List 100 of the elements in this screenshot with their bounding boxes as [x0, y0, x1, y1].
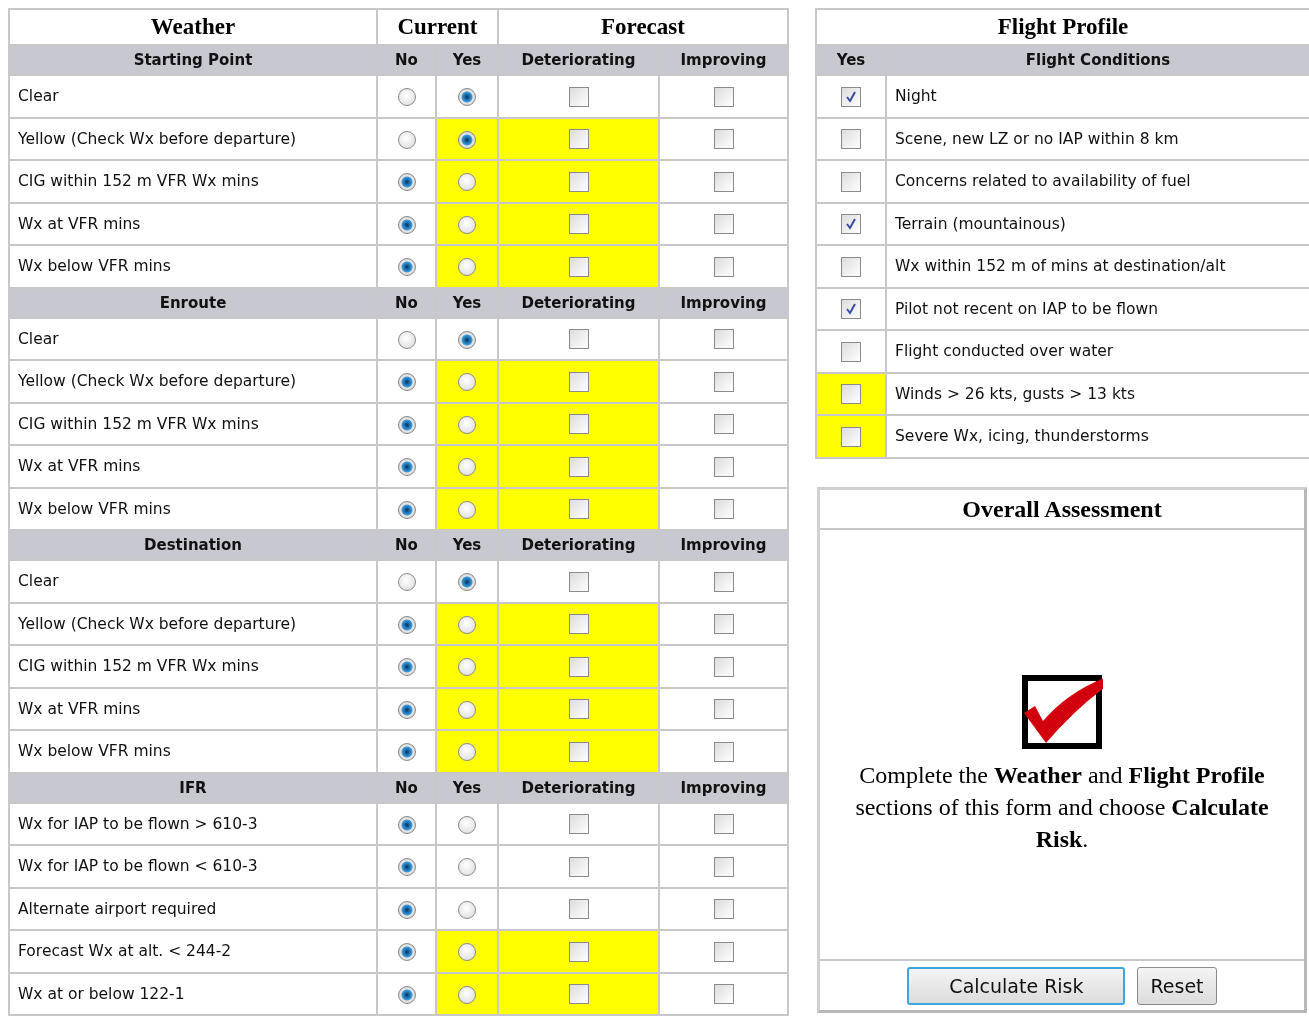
radio-button[interactable]: [397, 900, 416, 919]
radio-button[interactable]: [397, 943, 416, 961]
checkbox[interactable]: [568, 699, 589, 719]
checkbox[interactable]: [568, 571, 589, 592]
radio-button[interactable]: [458, 943, 476, 961]
radio-button[interactable]: [458, 658, 476, 676]
checkbox[interactable]: [568, 741, 589, 762]
radio-button[interactable]: [397, 458, 416, 476]
checkbox[interactable]: [568, 814, 589, 834]
checkbox[interactable]: [713, 456, 734, 477]
column-header: Flight Conditions: [886, 45, 1309, 75]
radio-button[interactable]: [458, 815, 476, 834]
checkbox[interactable]: [713, 656, 734, 677]
radio-button[interactable]: [458, 88, 476, 106]
radio-button[interactable]: [458, 258, 476, 276]
radio-button[interactable]: [458, 330, 476, 349]
radio-button[interactable]: [397, 985, 416, 1004]
radio-button[interactable]: [458, 743, 476, 761]
checkbox[interactable]: [841, 426, 861, 447]
row-label: Wx at VFR mins: [9, 202, 377, 245]
row-label: Clear: [9, 317, 377, 360]
checkbox[interactable]: [713, 814, 734, 834]
radio-button[interactable]: [397, 858, 416, 876]
radio-button[interactable]: [458, 458, 476, 476]
checkbox[interactable]: [713, 984, 734, 1004]
radio-button[interactable]: [458, 615, 476, 634]
checkbox[interactable]: [713, 129, 734, 149]
row-label: Wx at VFR mins: [9, 687, 377, 730]
row-label: Yellow (Check Wx before departure): [9, 117, 377, 160]
calculate-button[interactable]: Calculate Risk: [907, 967, 1126, 1005]
radio-button[interactable]: [397, 700, 416, 719]
checkbox[interactable]: [841, 299, 861, 319]
panel-title: Overall Assessment: [820, 489, 1304, 530]
radio-button[interactable]: [397, 415, 416, 434]
radio-button[interactable]: [397, 815, 416, 834]
checkbox[interactable]: [713, 856, 734, 877]
radio-button[interactable]: [458, 415, 476, 434]
checkbox[interactable]: [713, 256, 734, 277]
radio-button[interactable]: [458, 500, 476, 519]
radio-button[interactable]: [458, 215, 476, 234]
checkbox[interactable]: [713, 214, 734, 234]
radio-button[interactable]: [458, 985, 476, 1004]
radio-button[interactable]: [397, 373, 416, 391]
checkbox[interactable]: [568, 856, 589, 877]
checkbox[interactable]: [568, 656, 589, 677]
checkbox[interactable]: [713, 86, 734, 107]
checkbox[interactable]: [713, 741, 734, 762]
radio-button[interactable]: [397, 130, 416, 149]
radio-button[interactable]: [397, 258, 416, 276]
checkbox[interactable]: [568, 899, 589, 919]
checkbox[interactable]: [713, 171, 734, 192]
checkbox[interactable]: [568, 171, 589, 192]
radio-button[interactable]: [397, 215, 416, 234]
checkbox[interactable]: [568, 329, 589, 349]
radio-button[interactable]: [397, 615, 416, 634]
checkbox[interactable]: [713, 941, 734, 962]
radio-button[interactable]: [458, 858, 476, 876]
checkbox[interactable]: [713, 899, 734, 919]
checkbox[interactable]: [841, 341, 861, 362]
checkbox[interactable]: [841, 129, 861, 149]
radio-button[interactable]: [397, 330, 416, 349]
checkbox[interactable]: [713, 414, 734, 434]
checkbox[interactable]: [713, 499, 734, 519]
checkbox[interactable]: [568, 214, 589, 234]
checkbox[interactable]: [568, 984, 589, 1004]
radio-button[interactable]: [458, 700, 476, 719]
radio-button[interactable]: [397, 743, 416, 761]
reset-button[interactable]: Reset: [1137, 967, 1217, 1005]
checkbox[interactable]: [568, 614, 589, 634]
radio-button[interactable]: [458, 130, 476, 149]
column-header: Deteriorating: [498, 772, 659, 803]
checkbox[interactable]: [713, 371, 734, 392]
radio-button[interactable]: [458, 373, 476, 391]
checkbox[interactable]: [568, 499, 589, 519]
radio-button[interactable]: [397, 88, 416, 106]
checkbox[interactable]: [841, 86, 861, 107]
checkbox[interactable]: [841, 256, 861, 277]
checkbox[interactable]: [841, 171, 861, 192]
checkbox[interactable]: [713, 699, 734, 719]
checkbox[interactable]: [568, 371, 589, 392]
radio-button[interactable]: [458, 573, 476, 591]
checkbox[interactable]: [841, 384, 861, 404]
checkbox[interactable]: [713, 329, 734, 349]
checkbox[interactable]: [713, 571, 734, 592]
radio-button[interactable]: [458, 900, 476, 919]
checkbox[interactable]: [568, 941, 589, 962]
radio-button[interactable]: [397, 500, 416, 519]
checkbox[interactable]: [568, 86, 589, 107]
checkbox[interactable]: [713, 614, 734, 634]
radio-button[interactable]: [397, 173, 416, 191]
radio-button[interactable]: [458, 173, 476, 191]
checkbox[interactable]: [841, 214, 861, 234]
checkbox[interactable]: [568, 414, 589, 434]
check-icon: [844, 302, 858, 316]
radio-button[interactable]: [397, 573, 416, 591]
checkbox[interactable]: [568, 129, 589, 149]
checkbox[interactable]: [568, 256, 589, 277]
column-header: No: [377, 287, 436, 318]
checkbox[interactable]: [568, 456, 589, 477]
radio-button[interactable]: [397, 658, 416, 676]
